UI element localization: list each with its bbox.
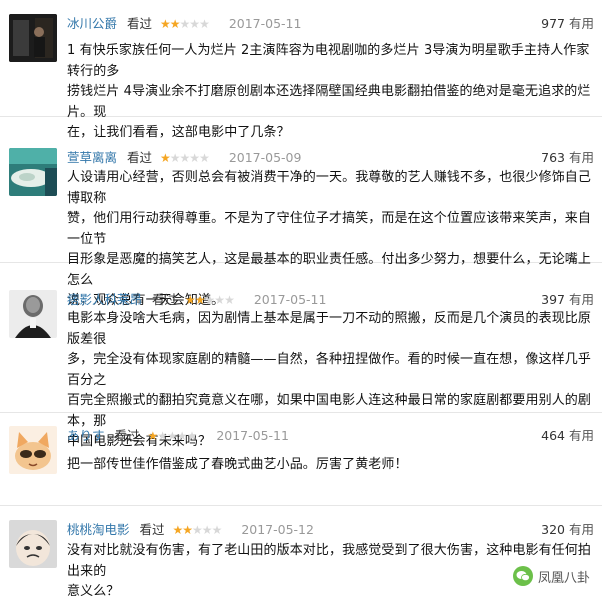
star-empty-icon: ★ (214, 293, 225, 307)
review-text: 把一部传世佳作借鉴成了春晚式曲艺小品。厉害了黄老师！ (67, 455, 592, 476)
rating-stars: ★★★★★ (172, 523, 223, 537)
useful-count[interactable]: 977 有用 (541, 14, 594, 34)
star-empty-icon: ★ (189, 151, 200, 165)
star-filled-icon: ★ (160, 151, 171, 165)
star-empty-icon: ★ (189, 17, 200, 31)
star-filled-icon: ★ (194, 293, 206, 307)
useful-count[interactable]: 763 有用 (541, 148, 594, 168)
avatar[interactable] (9, 520, 57, 568)
review-meta: 桃桃淘电影 看过 ★★★★★ 2017-05-12 320 有用 (67, 520, 594, 540)
username-link[interactable]: 痞影人科莱昂 (67, 292, 142, 307)
rating-stars: ★★★★★ (160, 17, 210, 31)
review-line: 人设请用心经营，否则总会有被消费干净的一天。我尊敬的艺人赚钱不多，也很少修饰自己… (67, 170, 592, 206)
avatar[interactable] (9, 290, 57, 338)
review-meta: 痞影人科莱昂 看过 ★★★★★ 2017-05-11 397 有用 (67, 290, 594, 310)
review-date: 2017-05-11 (253, 292, 327, 307)
rating-stars: ★★★★★ (160, 151, 210, 165)
star-empty-icon: ★ (192, 523, 203, 537)
star-empty-icon: ★ (201, 523, 213, 537)
avatar[interactable] (9, 14, 57, 62)
star-empty-icon: ★ (224, 293, 235, 307)
avatar[interactable] (9, 426, 57, 474)
star-filled-icon: ★ (160, 17, 171, 31)
watched-label: 看过 (152, 292, 178, 307)
watched-label: 看过 (127, 16, 153, 31)
watermark: 凤凰八卦 (512, 565, 590, 587)
review-line: 多，完全没有体现家庭剧的精髓——自然，各种扭捏做作。看的时候一直在想，像这样几乎… (67, 352, 592, 388)
review-line: 捞钱烂片 4导演业余不打磨原创剧本还选择隔壁国经典电影翻拍借鉴的绝对是毫无追求的… (67, 84, 591, 120)
star-filled-icon: ★ (169, 17, 181, 31)
star-empty-icon: ★ (167, 429, 178, 443)
star-empty-icon: ★ (211, 523, 223, 537)
review-line: 1 有快乐家族任何一人为烂片 2主演阵容为电视剧咖的多烂片 3导演为明星歌手主持… (67, 43, 590, 79)
username-link[interactable]: 萱草离离 (67, 150, 117, 165)
username-link[interactable]: 桃桃淘电影 (67, 522, 130, 537)
avatar[interactable] (9, 148, 57, 196)
star-empty-icon: ★ (204, 293, 216, 307)
watched-label: 看过 (127, 150, 153, 165)
useful-count[interactable]: 464 有用 (541, 426, 594, 446)
username-link[interactable]: 冰川公爵 (67, 16, 117, 31)
useful-value: 977 (541, 16, 565, 31)
useful-value: 464 (541, 428, 565, 443)
star-empty-icon: ★ (157, 429, 168, 443)
useful-label: 有用 (568, 150, 594, 165)
review-item: 痞影人科莱昂 看过 ★★★★★ 2017-05-11 397 有用 电影本身没啥… (0, 276, 602, 449)
useful-value: 397 (541, 292, 565, 307)
wechat-icon (512, 566, 533, 586)
useful-label: 有用 (568, 16, 594, 31)
watched-label: 看过 (114, 428, 140, 443)
star-filled-icon: ★ (182, 523, 193, 537)
useful-label: 有用 (568, 428, 594, 443)
review-line: 电影本身没啥大毛病，因为剧情上基本是属于一刀不动的照搬，反而是几个演员的表现比原… (67, 311, 592, 347)
star-empty-icon: ★ (169, 151, 181, 165)
review-date: 2017-05-11 (216, 428, 289, 443)
review-line: 赞，他们用行动获得尊重。不是为了守住位子才搞笑，而是在这个位置应该带来笑声，来自… (67, 211, 592, 247)
rating-stars: ★★★★★ (147, 429, 198, 443)
star-empty-icon: ★ (199, 151, 210, 165)
star-filled-icon: ★ (147, 429, 159, 443)
star-empty-icon: ★ (179, 151, 191, 165)
star-filled-icon: ★ (172, 523, 184, 537)
useful-count[interactable]: 397 有用 (541, 290, 594, 310)
watermark-text: 凤凰八卦 (537, 570, 590, 586)
star-empty-icon: ★ (186, 429, 198, 443)
star-empty-icon: ★ (199, 17, 210, 31)
review-line: 把一部传世佳作借鉴成了春晚式曲艺小品。厉害了黄老师！ (67, 457, 408, 472)
review-date: 2017-05-09 (228, 150, 302, 165)
review-item: 冰川公爵 看过 ★★★★★ 2017-05-11 977 有用 1 有快乐家族任… (0, 0, 602, 140)
useful-value: 763 (541, 150, 565, 165)
username-link[interactable]: ありす (67, 428, 105, 443)
review-item: ありす 看过 ★★★★★ 2017-05-11 464 有用 把一部传世佳作借鉴… (0, 412, 602, 506)
star-filled-icon: ★ (185, 293, 196, 307)
review-item: 萱草离离 看过 ★★★★★ 2017-05-09 763 有用 人设请用心经营，… (0, 134, 602, 308)
useful-count[interactable]: 320 有用 (541, 520, 594, 540)
watched-label: 看过 (139, 522, 165, 537)
review-meta: 冰川公爵 看过 ★★★★★ 2017-05-11 977 有用 (67, 14, 594, 34)
star-empty-icon: ★ (179, 17, 191, 31)
review-meta: 萱草离离 看过 ★★★★★ 2017-05-09 763 有用 (67, 148, 594, 168)
review-text: 1 有快乐家族任何一人为烂片 2主演阵容为电视剧咖的多烂片 3导演为明星歌手主持… (67, 41, 592, 144)
review-item: 桃桃淘电影 看过 ★★★★★ 2017-05-12 320 有用 没有对比就没有… (0, 506, 602, 599)
useful-label: 有用 (568, 292, 594, 307)
review-meta: ありす 看过 ★★★★★ 2017-05-11 464 有用 (67, 426, 594, 446)
review-date: 2017-05-12 (241, 522, 314, 537)
useful-value: 320 (541, 522, 565, 537)
useful-label: 有用 (568, 522, 594, 537)
star-empty-icon: ★ (176, 429, 188, 443)
review-date: 2017-05-11 (228, 16, 302, 31)
rating-stars: ★★★★★ (185, 293, 235, 307)
